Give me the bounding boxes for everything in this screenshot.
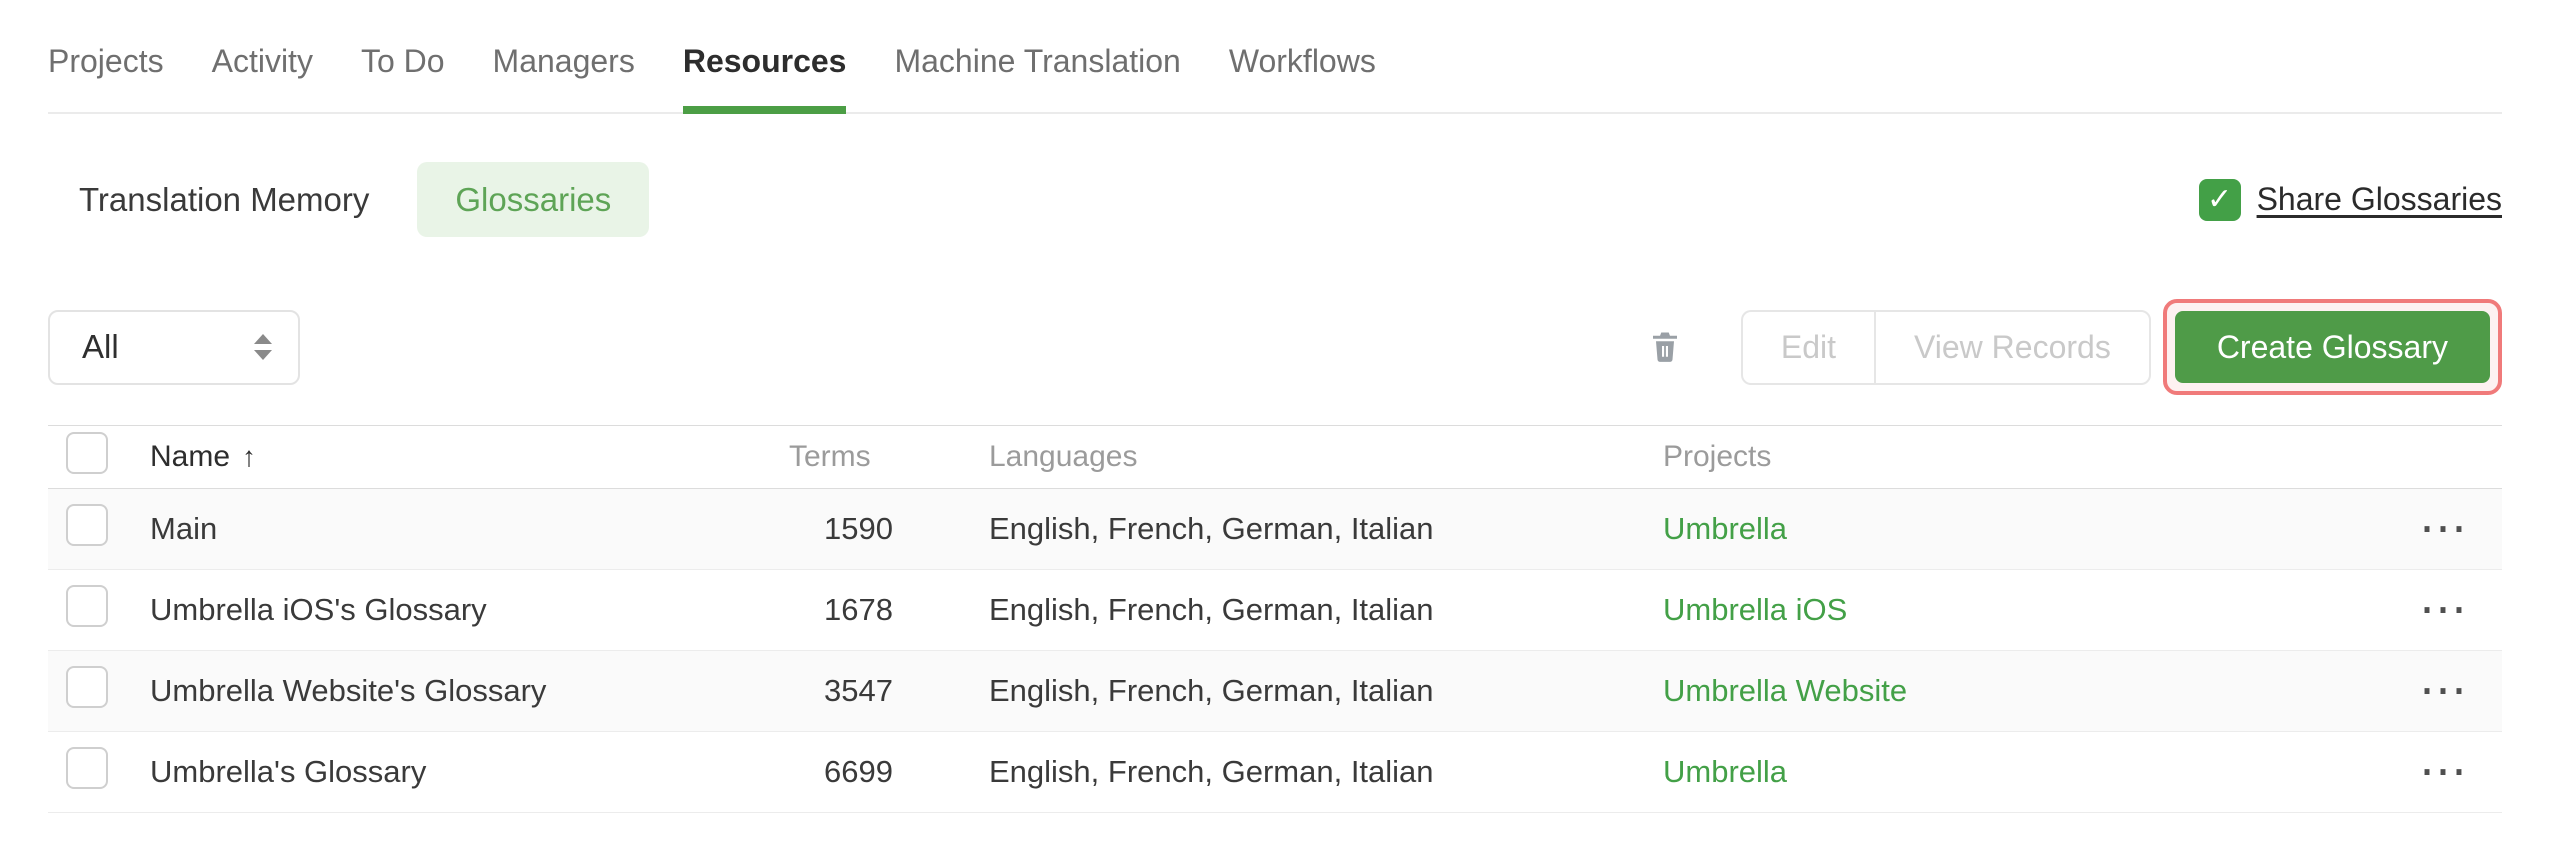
subtab-translation-memory[interactable]: Translation Memory: [79, 181, 369, 219]
share-glossaries-checkbox[interactable]: ✓: [2198, 178, 2241, 221]
annotation-highlight-box: Create Glossary: [2162, 299, 2502, 395]
glossary-languages: English, French, German, Italian: [989, 511, 1434, 546]
project-link[interactable]: Umbrella Website: [1663, 673, 1907, 708]
create-glossary-button[interactable]: Create Glossary: [2174, 311, 2490, 383]
row-checkbox[interactable]: [66, 747, 108, 789]
glossary-terms-count: 1678: [824, 592, 893, 627]
glossaries-toolbar: All Edit View Records Create Glossary: [48, 299, 2502, 395]
tab-machine-translation[interactable]: Machine Translation: [894, 44, 1180, 112]
trash-icon: [1647, 328, 1683, 367]
glossary-name: Umbrella iOS's Glossary: [150, 592, 487, 627]
select-all-checkbox[interactable]: [66, 432, 108, 474]
edit-button[interactable]: Edit: [1740, 309, 1874, 385]
filter-selected-value: All: [82, 328, 119, 365]
select-stepper-icon: [254, 334, 272, 360]
subnav-tabs: Translation Memory Glossaries: [79, 162, 650, 237]
glossaries-table: Name ↑ Terms Languages Projects Main 159…: [48, 425, 2502, 813]
column-header-languages[interactable]: Languages: [989, 440, 1663, 474]
row-checkbox[interactable]: [66, 504, 108, 546]
row-menu-icon[interactable]: ⋯: [2419, 583, 2469, 636]
glossary-languages: English, French, German, Italian: [989, 673, 1434, 708]
glossary-terms-count: 6699: [824, 754, 893, 789]
glossary-table-body: Main 1590 English, French, German, Itali…: [48, 489, 2502, 813]
project-link[interactable]: Umbrella iOS: [1663, 592, 1847, 627]
resources-subnav: Translation Memory Glossaries ✓ Share Glo…: [48, 162, 2502, 237]
check-icon: ✓: [2206, 182, 2233, 216]
tab-projects[interactable]: Projects: [48, 44, 164, 112]
glossary-name: Umbrella's Glossary: [150, 754, 427, 789]
column-header-projects[interactable]: Projects: [1663, 440, 2386, 474]
glossary-languages: English, French, German, Italian: [989, 754, 1434, 789]
primary-tabs: Projects Activity To Do Managers Resources Ma…: [48, 0, 2502, 114]
glossary-terms-count: 1590: [824, 511, 893, 546]
row-menu-icon[interactable]: ⋯: [2419, 502, 2469, 555]
edit-view-button-group: Edit View Records: [1740, 309, 2151, 385]
table-row: Umbrella Website's Glossary 3547 English…: [48, 651, 2502, 732]
view-records-button[interactable]: View Records: [1873, 309, 2151, 385]
toolbar-actions: Edit View Records Create Glossary: [1647, 299, 2502, 395]
column-header-terms[interactable]: Terms: [789, 440, 989, 474]
share-glossaries-toggle[interactable]: ✓ Share Glossaries: [2198, 178, 2502, 221]
tab-activity[interactable]: Activity: [212, 44, 313, 112]
table-row: Main 1590 English, French, German, Itali…: [48, 489, 2502, 570]
resources-page: Projects Activity To Do Managers Resources Ma…: [0, 0, 2550, 813]
project-link[interactable]: Umbrella: [1663, 754, 1787, 789]
share-glossaries-label: Share Glossaries: [2256, 181, 2502, 217]
tab-workflows[interactable]: Workflows: [1229, 44, 1376, 112]
glossary-name: Umbrella Website's Glossary: [150, 673, 547, 708]
row-checkbox[interactable]: [66, 666, 108, 708]
glossary-filter-select[interactable]: All: [48, 309, 300, 385]
sort-asc-icon: ↑: [242, 441, 257, 472]
tab-resources[interactable]: Resources: [682, 44, 846, 114]
row-checkbox[interactable]: [66, 585, 108, 627]
glossary-terms-count: 3547: [824, 673, 893, 708]
row-menu-icon[interactable]: ⋯: [2419, 664, 2469, 717]
table-header-row: Name ↑ Terms Languages Projects: [48, 425, 2502, 489]
delete-glossary-button[interactable]: [1647, 328, 1683, 367]
row-menu-icon[interactable]: ⋯: [2419, 745, 2469, 798]
subtab-glossaries[interactable]: Glossaries: [417, 162, 650, 237]
table-row: Umbrella iOS's Glossary 1678 English, Fr…: [48, 570, 2502, 651]
glossary-languages: English, French, German, Italian: [989, 592, 1434, 627]
tab-managers[interactable]: Managers: [493, 44, 635, 112]
column-header-name[interactable]: Name ↑: [150, 440, 789, 474]
project-link[interactable]: Umbrella: [1663, 511, 1787, 546]
glossary-name: Main: [150, 511, 218, 546]
table-row: Umbrella's Glossary 6699 English, French…: [48, 732, 2502, 813]
tab-to-do[interactable]: To Do: [361, 44, 445, 112]
